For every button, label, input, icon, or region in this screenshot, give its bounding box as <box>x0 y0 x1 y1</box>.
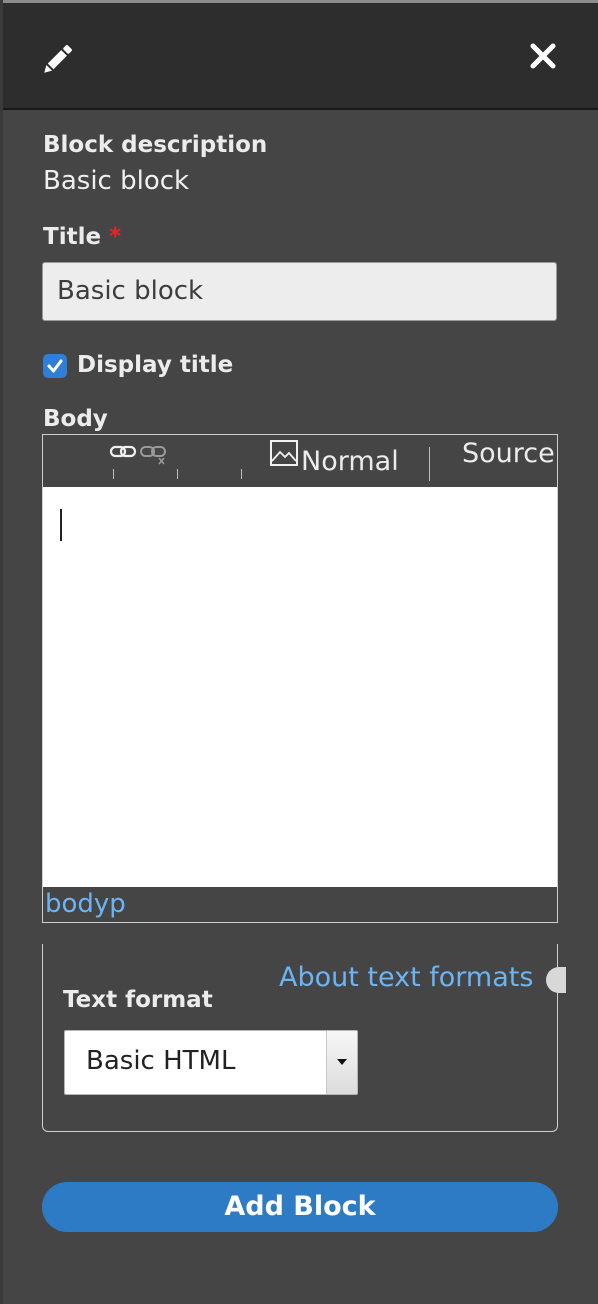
close-icon[interactable] <box>528 41 558 71</box>
help-icon[interactable] <box>546 967 566 993</box>
text-format-select[interactable]: Basic HTML <box>64 1030 358 1095</box>
block-description-label: Block description <box>43 132 268 158</box>
chevron-down-icon <box>326 1031 357 1094</box>
left-border <box>0 0 3 1304</box>
display-title-checkbox[interactable] <box>43 354 67 378</box>
source-button[interactable]: Source <box>462 438 555 469</box>
body-label: Body <box>43 406 108 432</box>
title-label-text: Title <box>43 224 102 250</box>
toolbar-divider <box>241 469 242 479</box>
toolbar-divider <box>113 469 114 479</box>
pencil-icon <box>37 40 77 80</box>
toolbar-separator <box>429 447 430 481</box>
text-format-wrapper: About text formats Text format Basic HTM… <box>42 944 566 1132</box>
body-editor: Normal Source bodyp <box>42 434 558 923</box>
link-icon[interactable] <box>109 442 139 466</box>
display-title-label: Display title <box>77 352 234 378</box>
editor-content-area[interactable] <box>43 487 557 887</box>
text-format-label: Text format <box>63 987 213 1013</box>
block-description-value: Basic block <box>43 166 190 196</box>
element-path[interactable]: bodyp <box>45 889 126 919</box>
image-icon[interactable] <box>269 439 299 471</box>
add-block-button[interactable]: Add Block <box>42 1182 558 1232</box>
dialog-header <box>3 3 598 110</box>
about-text-formats-link[interactable]: About text formats <box>279 962 533 993</box>
format-dropdown[interactable]: Normal <box>301 446 399 477</box>
text-format-selected: Basic HTML <box>86 1046 236 1076</box>
text-cursor <box>60 509 62 541</box>
editor-toolbar: Normal Source <box>43 435 557 487</box>
unlink-icon[interactable] <box>139 442 171 472</box>
toolbar-divider <box>177 469 178 479</box>
title-label: Title * <box>43 224 121 250</box>
required-marker: * <box>109 224 122 250</box>
title-input[interactable]: Basic block <box>42 262 557 321</box>
